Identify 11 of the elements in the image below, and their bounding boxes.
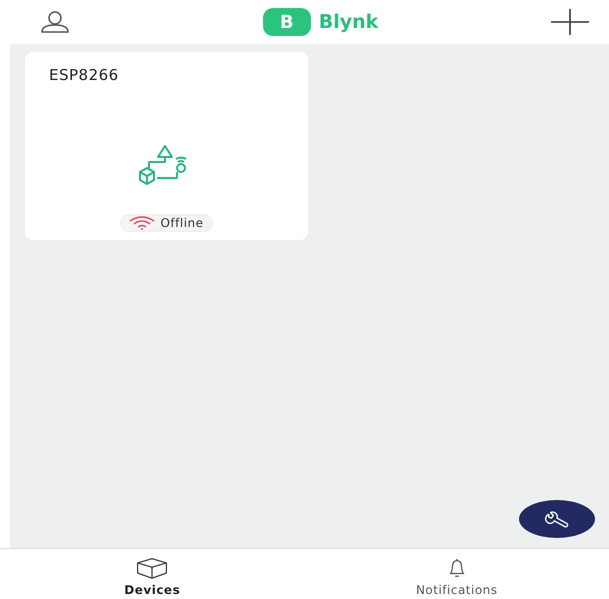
device-name: ESP8266 [49,66,119,84]
nav-tab[interactable]: Devices [0,549,304,599]
wifi-icon [129,216,156,230]
status-label: Offline [160,216,204,230]
device-card[interactable]: ESP8266 Offline [25,52,308,240]
logo-badge: B [262,8,311,36]
user-icon[interactable] [40,11,70,33]
app-name: Blynk [318,11,378,33]
add-icon[interactable] [550,9,589,35]
wrench-icon [543,509,571,529]
nav-tab[interactable]: Notifications [304,549,609,599]
